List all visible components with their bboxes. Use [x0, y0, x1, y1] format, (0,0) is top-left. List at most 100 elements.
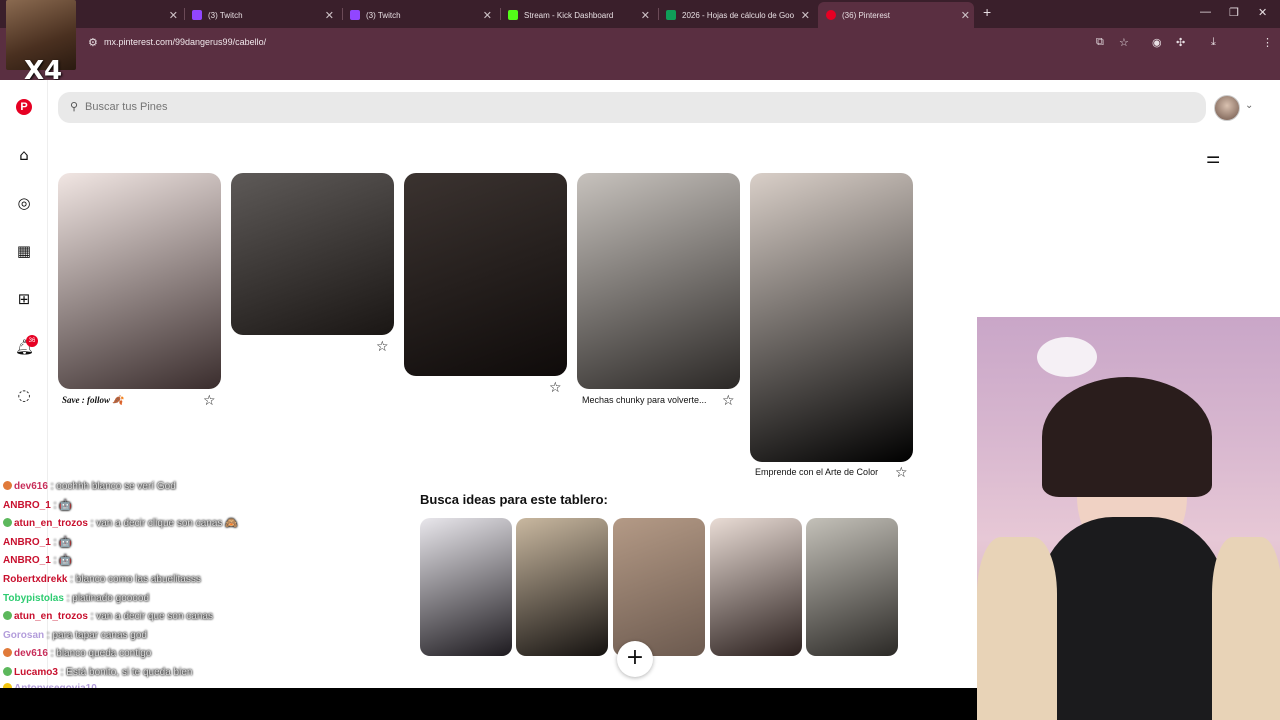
create-plus-icon[interactable]: ⊞: [15, 290, 33, 308]
close-tab-icon[interactable]: ✕: [801, 9, 810, 22]
chat-message: Tobypistolas : platinado gooood: [0, 590, 420, 609]
new-tab-button[interactable]: +: [983, 4, 991, 20]
install-app-icon[interactable]: ⧉: [1096, 36, 1104, 49]
user-avatar[interactable]: [1214, 95, 1240, 121]
browser-tab[interactable]: ✕: [90, 4, 182, 26]
browser-tab-twitch-2[interactable]: (3) Twitch ✕: [350, 4, 496, 26]
close-tab-icon[interactable]: ✕: [961, 9, 970, 22]
chat-username: atun_en_trozos: [14, 611, 88, 623]
idea-image[interactable]: [516, 518, 608, 656]
chat-badge-icon: [3, 611, 12, 621]
chat-message: Robertxdrekk : blanco como las abuelitas…: [0, 571, 420, 590]
chat-text: : Está bonito, si te queda bien: [57, 666, 193, 678]
pin-image[interactable]: [577, 173, 740, 389]
idea-image[interactable]: [613, 518, 705, 656]
save-star-icon[interactable]: ☆: [376, 339, 389, 355]
boards-grid-icon[interactable]: ▦: [15, 242, 33, 260]
save-star-icon[interactable]: ☆: [722, 393, 735, 409]
chat-text: : oochhh blanco se verí God: [47, 481, 176, 492]
home-icon[interactable]: ⌂: [15, 146, 33, 164]
chat-badge-icon: [3, 666, 12, 676]
close-tab-icon[interactable]: ✕: [169, 9, 178, 22]
chat-text: : platinado gooood: [63, 592, 150, 604]
url-field[interactable]: mx.pinterest.com/99dangerus99/cabello/: [104, 37, 266, 47]
address-bar: ⚙ mx.pinterest.com/99dangerus99/cabello/…: [0, 28, 1280, 76]
save-star-icon[interactable]: ☆: [549, 380, 562, 396]
restore-icon[interactable]: ❐: [1229, 6, 1239, 19]
idea-image[interactable]: [806, 518, 898, 656]
browser-tab-twitch-1[interactable]: (3) Twitch ✕: [192, 4, 338, 26]
filter-sliders-icon[interactable]: ⚌: [1206, 148, 1220, 167]
stream-chat-overlay: dev616 : oochhh blanco se verí God ANBRO_…: [0, 478, 420, 694]
close-tab-icon[interactable]: ✕: [483, 9, 492, 22]
chat-message: atun_en_trozos : van a decir que son can…: [0, 608, 420, 627]
chat-text: : 🤖: [50, 555, 72, 567]
chat-username: ANBRO_1: [3, 499, 51, 511]
streamer-cardigan: [977, 537, 1057, 720]
chat-username: ANBRO_1: [3, 555, 51, 567]
chat-message: ANBRO_1 : 🤖: [0, 497, 420, 516]
streamer-shirt: [1037, 517, 1227, 720]
notification-count-badge: 36: [26, 335, 38, 347]
create-plus-button[interactable]: +: [617, 641, 653, 677]
pin-image[interactable]: [404, 173, 567, 376]
chat-badge-icon: [3, 648, 12, 658]
streamer-hair: [1042, 377, 1212, 497]
browser-tab-kick[interactable]: Stream - Kick Dashboard ✕: [508, 4, 654, 26]
extensions-puzzle-icon[interactable]: ✣: [1176, 36, 1185, 49]
close-tab-icon[interactable]: ✕: [325, 9, 334, 22]
browser-tab-sheets[interactable]: 2026 - Hojas de cálculo de Goo ✕: [666, 4, 814, 26]
pin-caption: Emprende con el Arte de Color: [755, 467, 879, 477]
board-ideas-title: Busca ideas para este tablero:: [420, 492, 608, 507]
chat-username: ANBRO_1: [3, 536, 51, 548]
tab-title: (36) Pinterest: [842, 10, 891, 20]
site-info-icon[interactable]: ⚙: [88, 36, 98, 49]
streamer-webcam: [977, 317, 1280, 720]
chat-text: : 🤖: [50, 536, 72, 548]
chat-message: ANBRO_1 : 🤖: [0, 534, 420, 553]
chat-message: dev616 : oochhh blanco se verí God: [0, 478, 420, 497]
minimize-icon[interactable]: —: [1200, 6, 1211, 18]
save-star-icon[interactable]: ☆: [895, 465, 908, 481]
chat-username: Robertxdrekk: [3, 573, 68, 585]
idea-image[interactable]: [420, 518, 512, 656]
tab-separator: [342, 8, 343, 20]
tab-title: Stream - Kick Dashboard: [524, 10, 614, 20]
chevron-down-icon[interactable]: ⌄: [1245, 100, 1253, 111]
search-input[interactable]: [85, 98, 685, 116]
bookmark-star-icon[interactable]: ☆: [1119, 36, 1129, 49]
pin-image[interactable]: [58, 173, 221, 389]
close-window-icon[interactable]: ✕: [1258, 6, 1267, 19]
explore-compass-icon[interactable]: ◎: [15, 194, 33, 212]
twitch-icon: [192, 10, 202, 20]
chat-message: atun_en_trozos : van a decir clique son …: [0, 515, 420, 534]
pin-image[interactable]: [231, 173, 394, 335]
tab-title: (3) Twitch: [366, 10, 401, 20]
streamer-cardigan: [1212, 537, 1280, 720]
pinterest-logo-icon[interactable]: P: [16, 99, 32, 115]
idea-image[interactable]: [710, 518, 802, 656]
twitch-icon: [350, 10, 360, 20]
menu-kebab-icon[interactable]: ⋮: [1262, 36, 1273, 49]
chat-message: dev616 : blanco queda contigo: [0, 645, 420, 664]
chat-input-bar: [0, 688, 977, 720]
browser-tab-pinterest[interactable]: (36) Pinterest ✕: [818, 2, 974, 28]
chat-text: : van a decir clique son canas 🙈: [87, 518, 238, 530]
save-star-icon[interactable]: ☆: [203, 393, 216, 409]
chat-text: : para tapar canas god: [44, 629, 147, 641]
chat-username: dev616: [14, 648, 48, 660]
download-icon[interactable]: ⤓: [1211, 36, 1216, 49]
tab-title: (3) Twitch: [208, 10, 243, 20]
close-tab-icon[interactable]: ✕: [641, 9, 650, 22]
search-bar[interactable]: ⚲: [58, 92, 1206, 123]
extension-icon[interactable]: ◉: [1152, 36, 1162, 49]
chat-badge-icon: [3, 481, 12, 490]
chat-username: Tobypistolas: [3, 592, 64, 604]
chat-text: : blanco queda contigo: [47, 648, 152, 660]
tab-separator: [658, 8, 659, 20]
messages-icon[interactable]: ◌: [15, 386, 33, 404]
search-icon: ⚲: [70, 101, 79, 113]
pin-image[interactable]: [750, 173, 913, 462]
sheets-icon: [666, 10, 676, 20]
bookmarks-bar: [0, 56, 1280, 80]
